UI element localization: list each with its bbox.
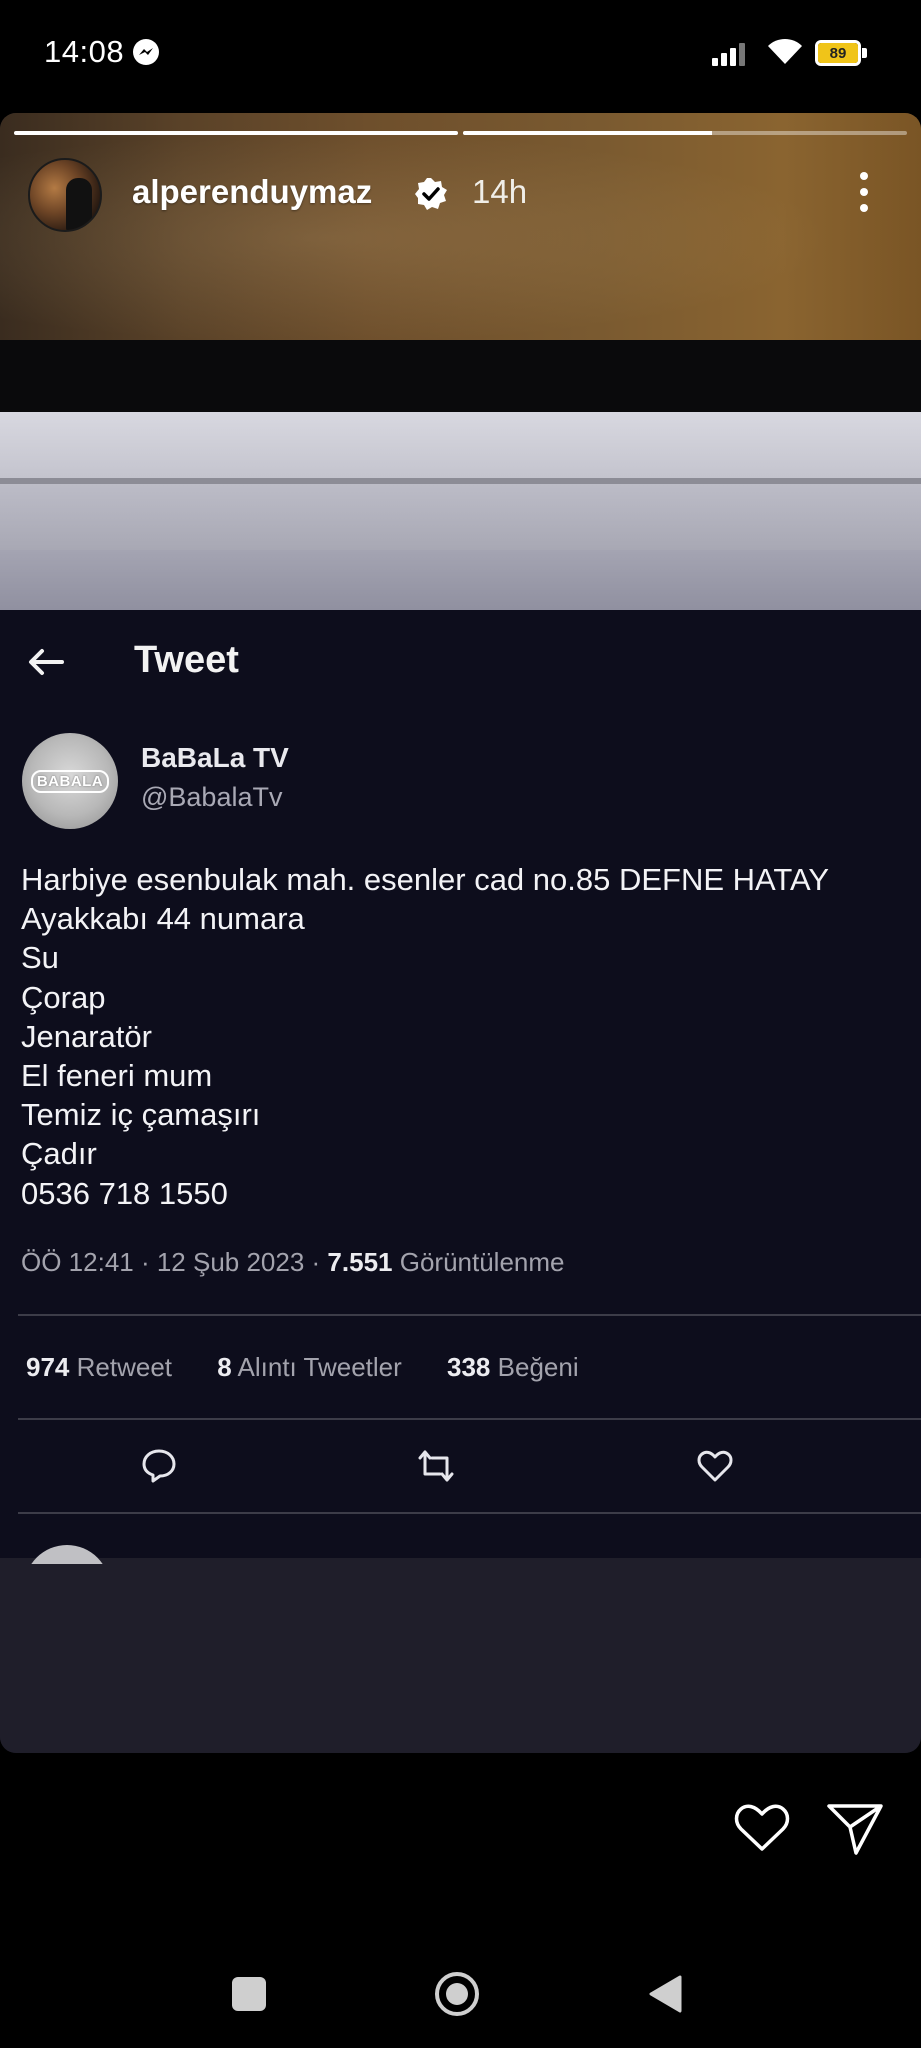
tweet-views-label: Görüntülenme bbox=[399, 1247, 565, 1277]
back-arrow-icon bbox=[29, 649, 64, 675]
wifi-icon bbox=[768, 38, 802, 64]
tweet-date: 12 Şub 2023 bbox=[156, 1247, 305, 1277]
reply-icon bbox=[142, 1449, 176, 1483]
story-progress-bar bbox=[463, 131, 907, 135]
tweet-views-count: 7.551 bbox=[327, 1247, 393, 1277]
tweet-author-name: BaBaLa TV bbox=[141, 742, 289, 773]
like-count: 338 bbox=[447, 1352, 491, 1382]
story-time-ago: 14h bbox=[472, 173, 528, 210]
status-time: 14:08 bbox=[44, 34, 125, 69]
tweet-stats: 974 Retweet 8 Alıntı Tweetler 338 Beğeni bbox=[26, 1352, 617, 1383]
back-triangle-icon[interactable] bbox=[648, 1974, 682, 2014]
quote-count: 8 bbox=[217, 1352, 232, 1382]
messenger-icon bbox=[133, 39, 159, 65]
battery-level: 89 bbox=[818, 43, 858, 63]
avatar[interactable] bbox=[28, 158, 102, 232]
heart-icon[interactable] bbox=[734, 1803, 790, 1853]
retweet-count: 974 bbox=[26, 1352, 70, 1382]
story-progress-bar bbox=[14, 131, 458, 135]
avatar-logo: BABALA bbox=[30, 769, 110, 793]
tweet-body: Harbiye esenbulak mah. esenler cad no.85… bbox=[21, 862, 830, 1211]
recents-square-icon[interactable] bbox=[232, 1977, 266, 2011]
more-options-icon[interactable] bbox=[854, 170, 874, 214]
quote-label: Alıntı Tweetler bbox=[237, 1352, 402, 1382]
like-heart-icon bbox=[697, 1450, 733, 1482]
divider bbox=[18, 1314, 921, 1316]
tweet-meta: ÖÖ 12:41 · 12 Şub 2023 · 7.551 Görüntüle… bbox=[21, 1247, 565, 1277]
retweet-label: Retweet bbox=[76, 1352, 173, 1382]
battery-icon: 89 bbox=[815, 40, 867, 66]
tweet-author-handle: @BabalaTv bbox=[141, 782, 283, 812]
retweet-icon bbox=[418, 1450, 454, 1482]
signal-icon bbox=[712, 43, 745, 66]
story-username[interactable]: alperenduymaz bbox=[132, 173, 372, 211]
verified-badge-icon bbox=[415, 178, 447, 210]
divider bbox=[18, 1418, 921, 1420]
tweet-header-title: Tweet bbox=[134, 639, 239, 681]
send-icon[interactable] bbox=[826, 1802, 884, 1856]
like-label: Beğeni bbox=[497, 1352, 579, 1382]
tweet-author-avatar: BABALA bbox=[22, 733, 118, 829]
home-circle-icon[interactable] bbox=[433, 1970, 481, 2018]
tweet-time: ÖÖ 12:41 bbox=[21, 1247, 134, 1277]
status-bar: 14:08 89 bbox=[0, 0, 921, 100]
divider bbox=[18, 1512, 921, 1514]
